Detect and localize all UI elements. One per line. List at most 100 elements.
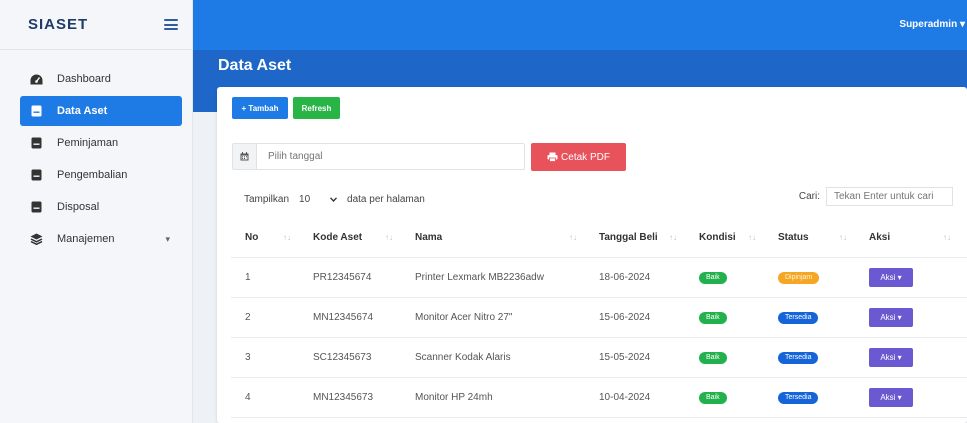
dashboard-icon — [30, 73, 43, 86]
condition-badge: Baik — [699, 351, 727, 364]
per-page-label: data per halaman — [347, 194, 425, 205]
chevron-down-icon: ▾ — [165, 233, 170, 244]
app-brand[interactable]: SIASET — [28, 16, 88, 33]
column-header-status[interactable]: Status ↑↓ — [764, 217, 855, 257]
sidebar-item-label: Data Aset — [57, 105, 108, 117]
calendar-icon — [233, 144, 257, 169]
column-header-nama[interactable]: Nama ↑↓ — [401, 217, 585, 257]
sidebar-item-peminjaman[interactable]: Peminjaman — [20, 128, 182, 158]
cell-tanggal: 15-06-2024 — [599, 312, 651, 323]
column-header-aksi[interactable]: Aksi ↑↓ — [855, 217, 959, 257]
sort-icon: ↑↓ — [839, 232, 847, 242]
search-control: Cari: — [799, 187, 953, 206]
cell-no: 4 — [245, 392, 251, 403]
show-label: Tampilkan — [244, 194, 290, 205]
table-header-row: No ↑↓ Kode Aset ↑↓ Nama ↑↓ Tanggal Beli ↑↓ K… — [231, 217, 967, 258]
sidebar-item-data-aset[interactable]: Data Aset — [20, 96, 182, 126]
search-input[interactable] — [826, 187, 953, 206]
cell-kondisi: Baik — [685, 378, 764, 417]
sidebar-item-label: Dashboard — [57, 73, 111, 85]
column-header-kode[interactable]: Kode Aset ↑↓ — [299, 217, 401, 257]
cell-kondisi: Baik — [685, 298, 764, 337]
sort-icon: ↑↓ — [569, 232, 577, 242]
cell-aksi: Aksi ▾ — [855, 338, 959, 377]
cell-status: Tersedia — [764, 338, 855, 377]
table-row: 1 PR12345674 Printer Lexmark MB2236adw 1… — [231, 258, 967, 298]
book-icon — [30, 137, 43, 150]
cell-tanggal: 18-06-2024 — [599, 272, 651, 283]
print-pdf-button[interactable]: Cetak PDF — [531, 143, 626, 171]
cell-nama: Printer Lexmark MB2236adw — [415, 272, 544, 283]
cell-aksi: Aksi ▾ — [855, 298, 959, 337]
asset-table: No ↑↓ Kode Aset ↑↓ Nama ↑↓ Tanggal Beli ↑↓ K… — [231, 217, 967, 418]
sidebar-item-label: Manajemen — [57, 233, 115, 245]
condition-badge: Baik — [699, 311, 727, 324]
layers-icon — [30, 233, 43, 246]
action-dropdown-button[interactable]: Aksi ▾ — [869, 308, 913, 327]
cell-tanggal: 15-05-2024 — [599, 352, 651, 363]
data-card: + Tambah Refresh Cetak PDF Tampilkan 10 … — [217, 87, 967, 423]
cell-tanggal: 10-04-2024 — [599, 392, 651, 403]
cell-no: 2 — [245, 312, 251, 323]
cell-kode: MN12345674 — [313, 312, 374, 323]
cell-kondisi: Baik — [685, 258, 764, 297]
sidebar: SIASET Dashboard Data Aset Peminjaman Pe… — [0, 0, 193, 423]
document-icon — [30, 105, 43, 118]
status-badge: Tersedia — [778, 311, 819, 324]
cell-aksi: Aksi ▾ — [855, 258, 959, 297]
status-badge: Dipinjam — [778, 271, 820, 284]
cell-nama: Scanner Kodak Alaris — [415, 352, 511, 363]
refresh-button[interactable]: Refresh — [293, 97, 340, 119]
page-size-value: 10 — [299, 194, 311, 205]
action-dropdown-button[interactable]: Aksi ▾ — [869, 388, 913, 407]
user-menu[interactable]: Superadmin ▾ — [899, 19, 965, 30]
sidebar-item-disposal[interactable]: Disposal — [20, 192, 182, 222]
sort-icon: ↑↓ — [283, 232, 291, 242]
hamburger-icon[interactable] — [164, 19, 178, 30]
cell-status: Tersedia — [764, 298, 855, 337]
cell-kondisi: Baik — [685, 338, 764, 377]
sidebar-item-dashboard[interactable]: Dashboard — [20, 64, 182, 94]
table-row: 4 MN12345673 Monitor HP 24mh 10-04-2024 … — [231, 378, 967, 418]
sort-icon: ↑↓ — [943, 232, 951, 242]
add-asset-button[interactable]: + Tambah — [232, 97, 288, 119]
table-row: 2 MN12345674 Monitor Acer Nitro 27" 15-0… — [231, 298, 967, 338]
date-filter — [232, 143, 525, 170]
sidebar-item-label: Disposal — [57, 201, 100, 213]
print-icon — [547, 152, 558, 162]
cell-kode: SC12345673 — [313, 352, 372, 363]
sort-icon: ↑↓ — [669, 232, 677, 242]
sidebar-item-manajemen[interactable]: Manajemen ▾ — [20, 224, 182, 254]
chevron-down-icon — [330, 194, 338, 205]
book-icon — [30, 169, 43, 182]
sidebar-item-label: Peminjaman — [57, 137, 119, 149]
page-title: Data Aset — [218, 57, 292, 74]
sidebar-item-label: Pengembalian — [57, 169, 128, 181]
page-size-select[interactable]: 10 — [295, 191, 341, 208]
main-content: Data Aset + Tambah Refresh Cetak PDF Tam… — [193, 50, 967, 423]
print-pdf-label: Cetak PDF — [561, 151, 610, 163]
table-row: 3 SC12345673 Scanner Kodak Alaris 15-05-… — [231, 338, 967, 378]
condition-badge: Baik — [699, 271, 727, 284]
brand-bar: SIASET — [0, 0, 192, 50]
cell-kode: PR12345674 — [313, 272, 372, 283]
status-badge: Tersedia — [778, 351, 819, 364]
column-header-tanggal[interactable]: Tanggal Beli ↑↓ — [585, 217, 685, 257]
search-label: Cari: — [798, 191, 820, 202]
sort-icon: ↑↓ — [385, 232, 393, 242]
cell-kode: MN12345673 — [313, 392, 374, 403]
cell-aksi: Aksi ▾ — [855, 378, 959, 417]
column-header-no[interactable]: No ↑↓ — [231, 217, 299, 257]
date-input[interactable] — [257, 144, 524, 169]
action-dropdown-button[interactable]: Aksi ▾ — [869, 348, 913, 367]
book-icon — [30, 201, 43, 214]
sort-icon: ↑↓ — [748, 232, 756, 242]
action-dropdown-button[interactable]: Aksi ▾ — [869, 268, 913, 287]
status-badge: Tersedia — [778, 391, 819, 404]
sidebar-nav: Dashboard Data Aset Peminjaman Pengembal… — [0, 50, 192, 254]
cell-no: 3 — [245, 352, 251, 363]
sidebar-item-pengembalian[interactable]: Pengembalian — [20, 160, 182, 190]
cell-status: Tersedia — [764, 378, 855, 417]
cell-nama: Monitor Acer Nitro 27" — [415, 312, 513, 323]
column-header-kondisi[interactable]: Kondisi ↑↓ — [685, 217, 764, 257]
